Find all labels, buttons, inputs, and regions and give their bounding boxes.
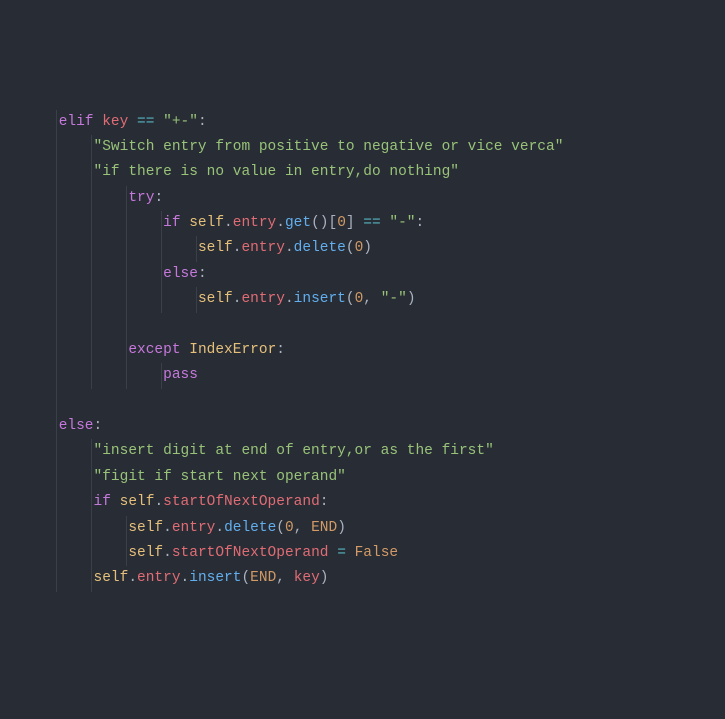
code-line[interactable]: [0, 389, 725, 414]
code-line[interactable]: "if there is no value in entry,do nothin…: [0, 160, 725, 185]
code-line[interactable]: self.entry.insert(0, "-"): [0, 287, 725, 312]
code-line[interactable]: if self.entry.get()[0] == "-":: [0, 211, 725, 236]
code-line[interactable]: "insert digit at end of entry,or as the …: [0, 439, 725, 464]
code-line[interactable]: self.entry.delete(0, END): [0, 516, 725, 541]
code-editor[interactable]: elif key == "+-": "Switch entry from pos…: [0, 110, 725, 592]
code-line[interactable]: "figit if start next operand": [0, 465, 725, 490]
code-line[interactable]: else:: [0, 414, 725, 439]
code-line[interactable]: [0, 313, 725, 338]
code-line[interactable]: else:: [0, 262, 725, 287]
code-line[interactable]: elif key == "+-":: [0, 110, 725, 135]
code-line[interactable]: "Switch entry from positive to negative …: [0, 135, 725, 160]
code-line[interactable]: self.entry.delete(0): [0, 236, 725, 261]
code-line[interactable]: try:: [0, 186, 725, 211]
code-line[interactable]: except IndexError:: [0, 338, 725, 363]
code-line[interactable]: pass: [0, 363, 725, 388]
code-line[interactable]: self.entry.insert(END, key): [0, 566, 725, 591]
code-line[interactable]: if self.startOfNextOperand:: [0, 490, 725, 515]
code-line[interactable]: self.startOfNextOperand = False: [0, 541, 725, 566]
